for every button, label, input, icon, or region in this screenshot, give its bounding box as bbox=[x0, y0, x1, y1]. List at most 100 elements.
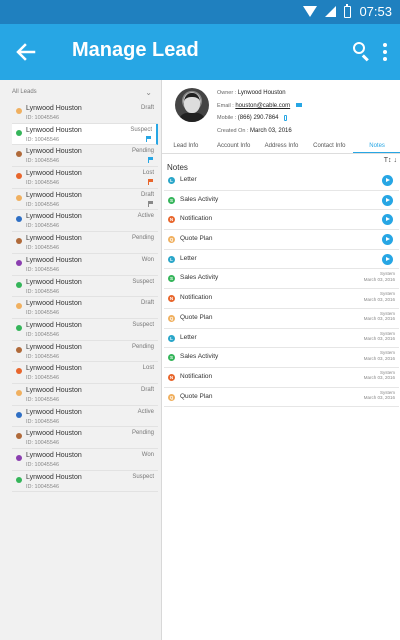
note-item[interactable]: Q Quote Plan System March 03, 2016 bbox=[164, 388, 399, 408]
lead-list-item[interactable]: Lynwood Houston ID: 10045546 Lost bbox=[12, 362, 158, 384]
note-title: Notification bbox=[180, 294, 213, 302]
play-icon[interactable] bbox=[382, 175, 393, 186]
note-item[interactable]: S Sales Activity bbox=[164, 191, 399, 211]
status-dot bbox=[16, 151, 22, 158]
chevron-down-icon: ⌄ bbox=[145, 88, 152, 97]
tab-account-info[interactable]: Account Info bbox=[210, 140, 258, 153]
lead-list-item[interactable]: Lynwood Houston ID: 10045546 Active bbox=[12, 405, 158, 428]
lead-list-item[interactable]: Lynwood Houston ID: 10045546 Suspect bbox=[12, 470, 158, 493]
note-author: System bbox=[379, 310, 395, 316]
lead-list-item[interactable]: Lynwood Houston ID: 10045546 Lost bbox=[12, 167, 158, 189]
note-item[interactable]: S Sales Activity System March 03, 2016 bbox=[164, 348, 399, 368]
lead-list-pane: All Leads ⌄ Lynwood Houston ID: 10045546 D… bbox=[0, 80, 160, 640]
app-bar: Manage Lead bbox=[0, 24, 400, 80]
lead-list-item[interactable]: Lynwood Houston ID: 10045546 Pending bbox=[12, 340, 158, 363]
tab-notes[interactable]: Notes bbox=[353, 140, 400, 153]
lead-status: Draft bbox=[140, 300, 154, 307]
status-dot bbox=[16, 216, 22, 223]
lead-id: ID: 10045546 bbox=[26, 440, 60, 447]
note-item[interactable]: L Letter bbox=[164, 250, 399, 270]
note-item[interactable]: Q Quote Plan bbox=[164, 230, 399, 250]
play-icon[interactable] bbox=[382, 194, 393, 206]
note-item[interactable]: L Letter System March 03, 2016 bbox=[164, 329, 399, 349]
lead-list-item[interactable]: Lynwood Houston ID: 10045546 Suspect bbox=[12, 318, 158, 341]
note-type-badge: N bbox=[168, 295, 175, 303]
back-button[interactable] bbox=[8, 34, 44, 70]
wifi-icon bbox=[303, 6, 318, 17]
owner-value: Lynwood Houston bbox=[237, 90, 286, 96]
lead-name: Lynwood Houston bbox=[26, 321, 82, 329]
note-item[interactable]: N Notification bbox=[164, 210, 399, 231]
created-row: Created On : March 03, 2016 bbox=[217, 127, 292, 134]
lead-list-item[interactable]: Lynwood Houston ID: 10045546 Won bbox=[12, 253, 158, 276]
lead-list-item[interactable]: Lynwood Houston ID: 10045546 Draft bbox=[12, 297, 158, 319]
lead-name: Lynwood Houston bbox=[26, 191, 82, 199]
lead-info: Owner : Lynwood Houston Email : houston@… bbox=[217, 87, 302, 137]
note-meta: System March 03, 2016 bbox=[364, 370, 395, 381]
note-date: March 03, 2016 bbox=[363, 375, 395, 381]
more-options-button[interactable] bbox=[378, 38, 392, 66]
note-type-badge: S bbox=[168, 354, 175, 362]
note-item[interactable]: Q Quote Plan System March 03, 2016 bbox=[164, 309, 399, 329]
owner-row: Owner : Lynwood Houston bbox=[217, 90, 286, 96]
phone-icon[interactable] bbox=[284, 114, 288, 121]
envelope-icon[interactable] bbox=[295, 103, 302, 108]
note-author: System bbox=[379, 271, 395, 277]
play-icon[interactable] bbox=[382, 214, 393, 226]
lead-id: ID: 10045546 bbox=[26, 418, 60, 425]
email-link[interactable]: houston@cable.com bbox=[235, 103, 290, 109]
note-date: March 03, 2016 bbox=[363, 276, 395, 282]
avatar bbox=[175, 88, 209, 122]
battery-icon bbox=[344, 3, 352, 18]
lead-id: ID: 10045546 bbox=[26, 310, 60, 317]
note-title: Sales Activity bbox=[180, 195, 219, 203]
tab-contact-info[interactable]: Contact Info bbox=[305, 140, 353, 153]
lead-name: Lynwood Houston bbox=[26, 213, 82, 221]
list-filter[interactable]: All Leads ⌄ bbox=[0, 80, 160, 102]
note-type-badge: Q bbox=[168, 314, 175, 322]
lead-list-item[interactable]: Lynwood Houston ID: 10045546 Draft bbox=[12, 188, 158, 211]
note-date: March 03, 2016 bbox=[363, 316, 395, 322]
note-item[interactable]: N Notification System March 03, 2016 bbox=[164, 368, 399, 388]
lead-list-item[interactable]: Lynwood Houston ID: 10045546 Pending bbox=[12, 232, 158, 254]
note-item[interactable]: N Notification System March 03, 2016 bbox=[164, 289, 399, 309]
status-dot bbox=[16, 411, 22, 418]
status-dot bbox=[16, 324, 22, 331]
note-item[interactable]: S Sales Activity System March 03, 2016 bbox=[164, 269, 399, 290]
lead-status: Suspect bbox=[132, 278, 154, 285]
lead-list-item[interactable]: Lynwood Houston ID: 10045546 Suspect bbox=[12, 275, 158, 298]
lead-status: Lost bbox=[142, 170, 154, 177]
list-filter-label: All Leads bbox=[12, 89, 37, 95]
lead-name: Lynwood Houston bbox=[26, 105, 82, 112]
lead-list-item[interactable]: Lynwood Houston ID: 10045546 Pending bbox=[12, 427, 158, 449]
tab-lead-info[interactable]: Lead Info bbox=[162, 140, 210, 153]
notes-list: L Letter S Sales Activity N Notification Q Quot… bbox=[164, 171, 399, 408]
status-icons: 07:53 bbox=[303, 3, 392, 19]
lead-list-item[interactable]: Lynwood Houston ID: 10045546 Won bbox=[12, 449, 158, 471]
note-type-badge: S bbox=[168, 196, 175, 204]
play-icon[interactable] bbox=[382, 234, 393, 246]
text-size-icon[interactable]: T↕ bbox=[384, 157, 392, 164]
note-title: Letter bbox=[180, 176, 197, 183]
lead-list-item[interactable]: Lynwood Houston ID: 10045546 Draft bbox=[12, 383, 158, 406]
lead-status: Suspect bbox=[132, 321, 154, 328]
status-dot bbox=[16, 238, 22, 245]
lead-name: Lynwood Houston bbox=[26, 300, 82, 308]
lead-list-item[interactable]: Lynwood Houston ID: 10045546 Suspect bbox=[12, 123, 158, 146]
lead-list-item[interactable]: Lynwood Houston ID: 10045546 Pending bbox=[12, 145, 158, 168]
lead-status: Won bbox=[141, 452, 154, 458]
lead-status: Draft bbox=[140, 386, 154, 393]
lead-list-item[interactable]: Lynwood Houston ID: 10045546 Draft bbox=[12, 102, 158, 124]
status-dot bbox=[16, 129, 22, 136]
search-button[interactable] bbox=[350, 38, 374, 66]
play-icon[interactable] bbox=[382, 253, 393, 265]
lead-detail-pane: Owner : Lynwood Houston Email : houston@… bbox=[161, 80, 400, 640]
tab-address-info[interactable]: Address Info bbox=[258, 140, 306, 153]
status-dot bbox=[16, 108, 22, 114]
note-type-badge: S bbox=[168, 275, 175, 283]
note-date: March 03, 2016 bbox=[363, 336, 395, 341]
note-item[interactable]: L Letter bbox=[164, 171, 399, 191]
lead-list-item[interactable]: Lynwood Houston ID: 10045546 Active bbox=[12, 210, 158, 233]
lead-id: ID: 10045546 bbox=[26, 375, 60, 382]
sort-icon[interactable]: ↓ bbox=[394, 157, 398, 164]
